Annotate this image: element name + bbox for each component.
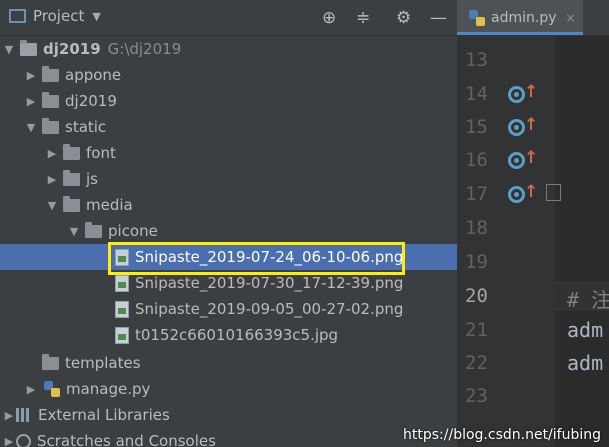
tree-item-file[interactable]: Snipaste_2019-09-05_00-27-02.png [0, 296, 457, 322]
chevron-right-icon[interactable]: ▶ [24, 95, 38, 108]
up-arrow-icon: ↑ [524, 148, 539, 168]
tree-item-label: External Libraries [38, 406, 170, 424]
tree-item-file[interactable]: t0152c66010166393c5.jpg [0, 322, 457, 348]
active-tab-indicator [457, 32, 583, 35]
tree-item-label: dj2019 [65, 92, 117, 110]
code-comment[interactable]: # 注 [567, 284, 609, 313]
project-panel: Project ▼ ⊕ ≑ ⚙ — ▼ dj2019 G:\dj2019 ▶ a… [0, 0, 457, 447]
tree-item-label: font [86, 144, 116, 162]
tree-item-label: js [86, 170, 98, 188]
up-arrow-icon: ↑ [524, 82, 539, 102]
tree-item-dj2019[interactable]: ▶ dj2019 [0, 88, 457, 114]
image-file-icon [115, 326, 129, 344]
chevron-right-icon[interactable]: ▶ [45, 173, 59, 186]
override-marker-icon[interactable] [508, 186, 525, 203]
chevron-right-icon[interactable]: ▶ [24, 383, 38, 396]
code-line[interactable]: adm [567, 318, 603, 342]
tree-item-appone[interactable]: ▶ appone [0, 62, 457, 88]
tree-item-label: dj2019 [43, 40, 101, 58]
collapse-all-icon[interactable]: ≑ [356, 6, 370, 30]
chevron-right-icon[interactable]: ▶ [2, 435, 16, 447]
tree-item-label: appone [65, 66, 122, 84]
line-number: 15 [465, 116, 488, 138]
tree-item-label: Scratches and Consoles [37, 432, 216, 447]
close-icon[interactable]: × [566, 11, 576, 25]
tree-item-label: t0152c66010166393c5.jpg [135, 326, 339, 344]
folder-icon [85, 221, 102, 238]
chevron-down-icon: ▼ [92, 9, 101, 23]
highlight-box [108, 242, 405, 275]
line-number: 18 [465, 217, 488, 239]
tree-item-label: picone [108, 222, 158, 240]
scratches-icon [16, 433, 31, 447]
tree-item-external-libraries[interactable]: ▶ External Libraries [0, 402, 457, 428]
folder-icon [63, 169, 80, 186]
image-file-icon [115, 300, 129, 318]
chevron-right-icon[interactable]: ▶ [45, 147, 59, 160]
project-view-selector[interactable]: Project ▼ [9, 7, 101, 25]
up-arrow-icon: ↑ [524, 182, 539, 202]
python-file-icon [44, 381, 60, 397]
locate-icon[interactable]: ⊕ [322, 6, 336, 30]
tree-item-picone[interactable]: ▼ picone [0, 218, 457, 244]
line-number: 17 [465, 183, 488, 205]
tree-item-root[interactable]: ▼ dj2019 G:\dj2019 [0, 36, 457, 62]
editor-panel: admin.py × 13 14 15 16 17 18 19 20 21 22… [457, 0, 609, 447]
tree-item-label: media [86, 196, 133, 214]
line-number: 22 [465, 352, 488, 374]
line-number: 14 [465, 83, 488, 105]
tree-item-label: Snipaste_2019-07-30_17-12-39.png [135, 274, 404, 292]
editor-tab-bar: admin.py × [457, 0, 609, 36]
tree-item-scratches[interactable]: ▶ Scratches and Consoles [0, 428, 457, 447]
folder-icon [42, 91, 59, 108]
folder-icon [42, 353, 59, 370]
tab-admin-py[interactable]: admin.py × [457, 0, 583, 35]
python-file-icon [469, 9, 485, 26]
folder-icon [42, 117, 59, 134]
line-number-current: 20 [465, 285, 488, 307]
watermark: https://blog.csdn.net/ifubing [403, 427, 601, 443]
chevron-down-icon[interactable]: ▼ [24, 121, 38, 134]
tree-item-label: manage.py [66, 380, 151, 398]
image-file-icon [115, 274, 129, 292]
line-number: 21 [465, 319, 488, 341]
project-window-icon [9, 9, 26, 23]
tree-item-font[interactable]: ▶ font [0, 140, 457, 166]
tree-item-static[interactable]: ▼ static [0, 114, 457, 140]
line-number: 13 [465, 49, 488, 71]
folder-icon [42, 65, 59, 82]
code-line[interactable]: adm [567, 351, 603, 375]
up-arrow-icon: ↑ [524, 115, 539, 135]
tree-item-media[interactable]: ▼ media [0, 192, 457, 218]
library-icon [16, 408, 32, 422]
line-number: 19 [465, 251, 488, 273]
chevron-right-icon[interactable]: ▶ [24, 69, 38, 82]
override-marker-icon[interactable] [508, 86, 525, 103]
folder-icon [63, 195, 80, 212]
chevron-right-icon[interactable]: ▶ [2, 409, 16, 422]
tree-item-js[interactable]: ▶ js [0, 166, 457, 192]
tree-item-label: templates [65, 354, 141, 372]
folder-icon [63, 143, 80, 160]
tree-item-path: G:\dj2019 [107, 40, 182, 58]
override-marker-icon[interactable] [508, 119, 525, 136]
line-number: 23 [465, 385, 488, 407]
folder-icon [20, 39, 37, 56]
tab-label: admin.py [491, 9, 557, 26]
line-number: 16 [465, 149, 488, 171]
tree-item-label: Snipaste_2019-09-05_00-27-02.png [135, 300, 404, 318]
project-panel-title: Project [33, 7, 85, 25]
tree-item-manage-py[interactable]: ▶ manage.py [0, 376, 457, 402]
chevron-down-icon[interactable]: ▼ [2, 43, 16, 56]
override-marker-icon[interactable] [508, 152, 525, 169]
gear-icon[interactable]: ⚙ [396, 6, 411, 30]
project-panel-header: Project ▼ ⊕ ≑ ⚙ — [0, 0, 457, 36]
chevron-down-icon[interactable]: ▼ [67, 225, 81, 238]
hide-icon[interactable]: — [430, 6, 447, 30]
chevron-down-icon[interactable]: ▼ [45, 199, 59, 212]
tree-item-templates[interactable]: templates [0, 350, 457, 376]
fold-marker-icon[interactable] [546, 184, 561, 201]
tree-item-label: static [65, 118, 107, 136]
